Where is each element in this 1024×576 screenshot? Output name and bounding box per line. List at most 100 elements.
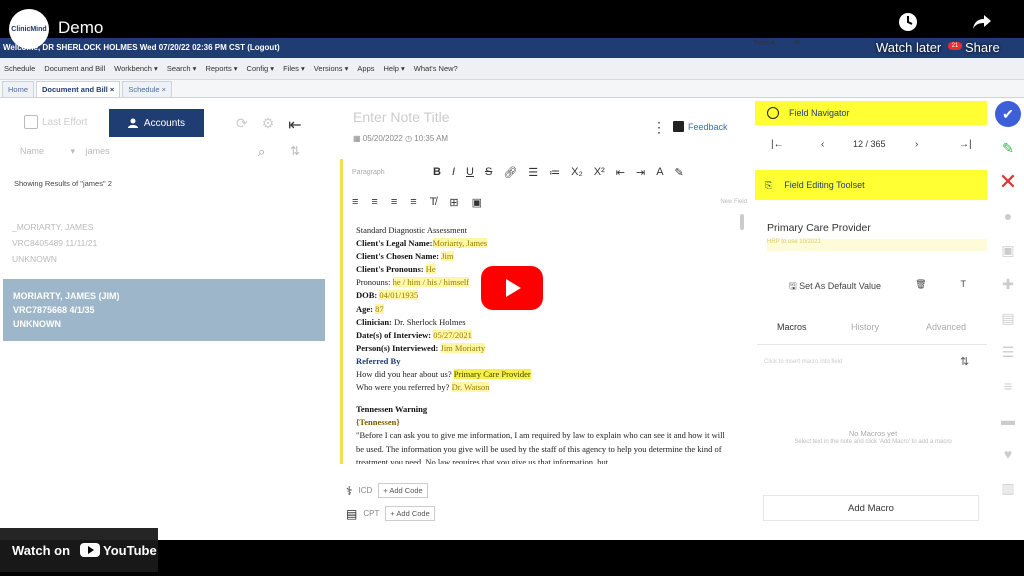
feedback-button[interactable]: Feedback <box>673 121 728 132</box>
note-icon[interactable]: ▬ <box>997 409 1019 431</box>
subscript-icon[interactable]: X₂ <box>571 166 583 178</box>
share-icon[interactable] <box>972 12 992 32</box>
clear-format-icon[interactable]: T̸ <box>430 196 437 208</box>
interview-field[interactable]: 05/27/2021 <box>433 329 472 340</box>
justify-icon[interactable]: ≡ <box>410 196 416 208</box>
last-field-icon[interactable]: →| <box>959 139 972 150</box>
field-value[interactable]: HRP to use 10/2021 <box>767 239 987 251</box>
play-button[interactable] <box>481 266 543 310</box>
image-icon[interactable]: ▣ <box>472 196 482 209</box>
new-field-button[interactable]: New Field <box>720 199 747 205</box>
last-effort-tab[interactable]: Last Effort <box>42 117 87 128</box>
note-body[interactable]: Standard Diagnostic Assessment Client's … <box>356 224 731 464</box>
pronouns2-field[interactable]: he / him / his / himself <box>392 277 470 288</box>
sort-icon[interactable]: ⇅ <box>290 144 300 158</box>
pencil-icon[interactable]: ✎ <box>997 137 1019 159</box>
age-field[interactable]: 87 <box>375 303 384 314</box>
clock-icon[interactable] <box>898 12 918 32</box>
align-center-icon[interactable]: ≡ <box>371 196 377 208</box>
menu-reports[interactable]: Reports ▾ <box>205 64 237 73</box>
playlist-add-icon[interactable]: ≡ <box>997 375 1019 397</box>
video-title[interactable]: Demo <box>58 18 103 38</box>
collapse-icon[interactable]: ⇤ <box>288 115 301 135</box>
search-icon[interactable]: ⌕ <box>258 144 265 160</box>
note-title-input[interactable]: Enter Note Title <box>353 109 450 125</box>
search-input[interactable]: james <box>86 146 110 156</box>
highlight-icon[interactable]: ✎ <box>675 166 684 179</box>
scrollbar[interactable] <box>740 214 744 230</box>
calendar-icon[interactable] <box>24 115 38 129</box>
field-editing-header[interactable]: ⎘ Field Editing Toolset <box>755 170 987 200</box>
numbered-list-icon[interactable]: ☰ <box>528 166 538 179</box>
set-default-button[interactable]: 🖫︎ Set As Default Value <box>789 279 881 295</box>
underline-icon[interactable]: U <box>466 166 474 178</box>
paragraph-select[interactable]: Paragraph <box>352 169 422 176</box>
list-item-selected[interactable]: MORIARTY, JAMES (JIM) VRC7875668 4/1/35 … <box>3 279 325 341</box>
menu-document-and-bill[interactable]: Document and Bill <box>44 64 105 73</box>
image-icon[interactable]: ▣ <box>997 239 1019 261</box>
next-field-icon[interactable]: › <box>915 139 918 150</box>
add-cpt-code-button[interactable]: + Add Code <box>385 506 435 521</box>
check-icon[interactable]: ✔ <box>995 101 1021 127</box>
tab-home[interactable]: Home <box>2 81 35 97</box>
user-icon[interactable]: ● <box>997 205 1019 227</box>
note-time[interactable]: 10:35 AM <box>414 134 448 143</box>
clipboard-icon[interactable]: ▤ <box>997 307 1019 329</box>
tab-history[interactable]: History <box>851 322 879 332</box>
book-icon[interactable]: ▥ <box>997 477 1019 499</box>
field-navigator-header[interactable]: Field Navigator <box>755 101 987 125</box>
font-color-icon[interactable]: A <box>656 166 663 178</box>
tab-macros[interactable]: Macros <box>777 322 807 332</box>
channel-logo[interactable]: ClinicMind <box>9 9 49 49</box>
gear-icon[interactable]: ⚙ <box>262 115 275 135</box>
add-icd-code-button[interactable]: + Add Code <box>378 483 428 498</box>
hear-field[interactable]: Primary Care Provider <box>453 369 531 380</box>
accounts-button[interactable]: Accounts <box>109 109 204 137</box>
bullet-list-icon[interactable]: ≔ <box>549 166 560 179</box>
strikethrough-icon[interactable]: S <box>485 166 492 178</box>
align-left-icon[interactable]: ≡ <box>352 196 358 208</box>
watch-on-youtube[interactable]: Watch on YouTube <box>0 528 158 572</box>
note-date[interactable]: 05/20/2022 <box>363 134 403 143</box>
referred-field[interactable]: Dr. Watson <box>451 382 490 393</box>
list-item[interactable]: _MORIARTY, JAMES VRC8405489 11/11/21 UNK… <box>12 219 97 267</box>
legal-name-field[interactable]: Moriarty, James <box>432 238 488 249</box>
list-icon[interactable]: ☰ <box>997 341 1019 363</box>
add-icon[interactable]: ✚ <box>997 273 1019 295</box>
menu-files[interactable]: Files ▾ <box>283 64 305 73</box>
outdent-icon[interactable]: ⇤ <box>616 166 625 179</box>
pronouns-field[interactable]: He <box>425 264 436 275</box>
italic-icon[interactable]: I <box>452 166 455 178</box>
close-icon[interactable]: ✕ <box>997 169 1019 194</box>
tab-advanced[interactable]: Advanced <box>926 322 966 332</box>
tennessen-field[interactable]: {Tennessen} <box>356 416 731 429</box>
superscript-icon[interactable]: X² <box>594 166 605 178</box>
watch-later-label[interactable]: Watch later <box>876 40 941 55</box>
chevron-down-icon[interactable]: ▾ <box>71 146 76 156</box>
persons-field[interactable]: Jim Moriarty <box>440 342 486 353</box>
menu-versions[interactable]: Versions ▾ <box>314 64 349 73</box>
macro-search-input[interactable]: Click to insert macro into field <box>764 359 842 365</box>
link-icon[interactable]: 🔗︎ <box>503 166 517 179</box>
menu-whats-new[interactable]: What's New? <box>414 64 458 73</box>
chosen-name-field[interactable]: Jim <box>441 251 454 262</box>
trash-icon[interactable]: 🗑︎ <box>915 279 926 295</box>
menu-search[interactable]: Search ▾ <box>167 64 197 73</box>
dob-field[interactable]: 04/01/1935 <box>379 290 419 301</box>
prev-field-icon[interactable]: ‹ <box>821 139 824 150</box>
first-field-icon[interactable]: |← <box>771 139 784 150</box>
more-options-icon[interactable]: ⋮ <box>652 119 666 136</box>
refresh-icon[interactable]: ⟳ <box>236 115 248 135</box>
menu-schedule[interactable]: Schedule <box>4 64 35 73</box>
align-right-icon[interactable]: ≡ <box>391 196 397 208</box>
sort-icon[interactable]: ⇅ <box>960 355 969 368</box>
heart-icon[interactable]: ♥ <box>997 443 1019 465</box>
share-label[interactable]: Share <box>965 40 1000 55</box>
menu-config[interactable]: Config ▾ <box>247 64 275 73</box>
tab-document-and-bill[interactable]: Document and Bill × <box>36 81 121 97</box>
menu-help[interactable]: Help ▾ <box>384 64 405 73</box>
indent-icon[interactable]: ⇥ <box>636 166 645 179</box>
menu-workbench[interactable]: Workbench ▾ <box>114 64 158 73</box>
table-icon[interactable]: ⊞ <box>449 196 458 209</box>
search-field-select[interactable]: Name <box>20 146 44 156</box>
